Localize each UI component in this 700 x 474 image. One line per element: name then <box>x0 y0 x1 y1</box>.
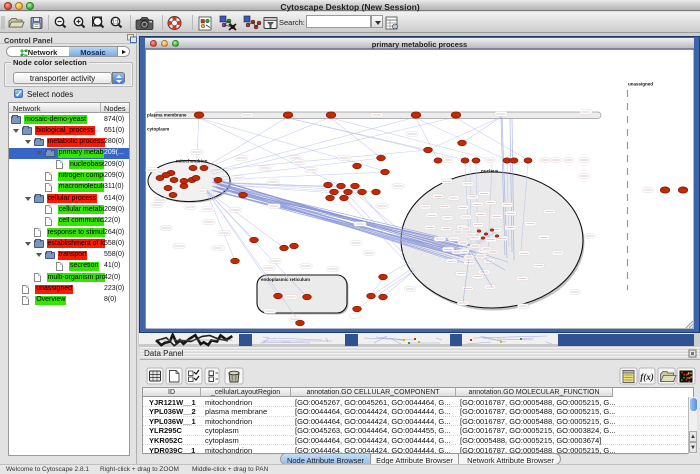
svg-text:plasma membrane: plasma membrane <box>147 112 187 117</box>
svg-text:1:1: 1:1 <box>112 20 119 26</box>
svg-text:mitochondrion: mitochondrion <box>176 159 208 164</box>
svg-text:f(x): f(x) <box>640 372 654 382</box>
svg-text:endoplasmic reticulum: endoplasmic reticulum <box>261 277 310 282</box>
svg-text:cytoplasm: cytoplasm <box>147 127 169 132</box>
svg-text:unassigned: unassigned <box>628 82 653 87</box>
svg-text:nucleus: nucleus <box>481 168 499 173</box>
